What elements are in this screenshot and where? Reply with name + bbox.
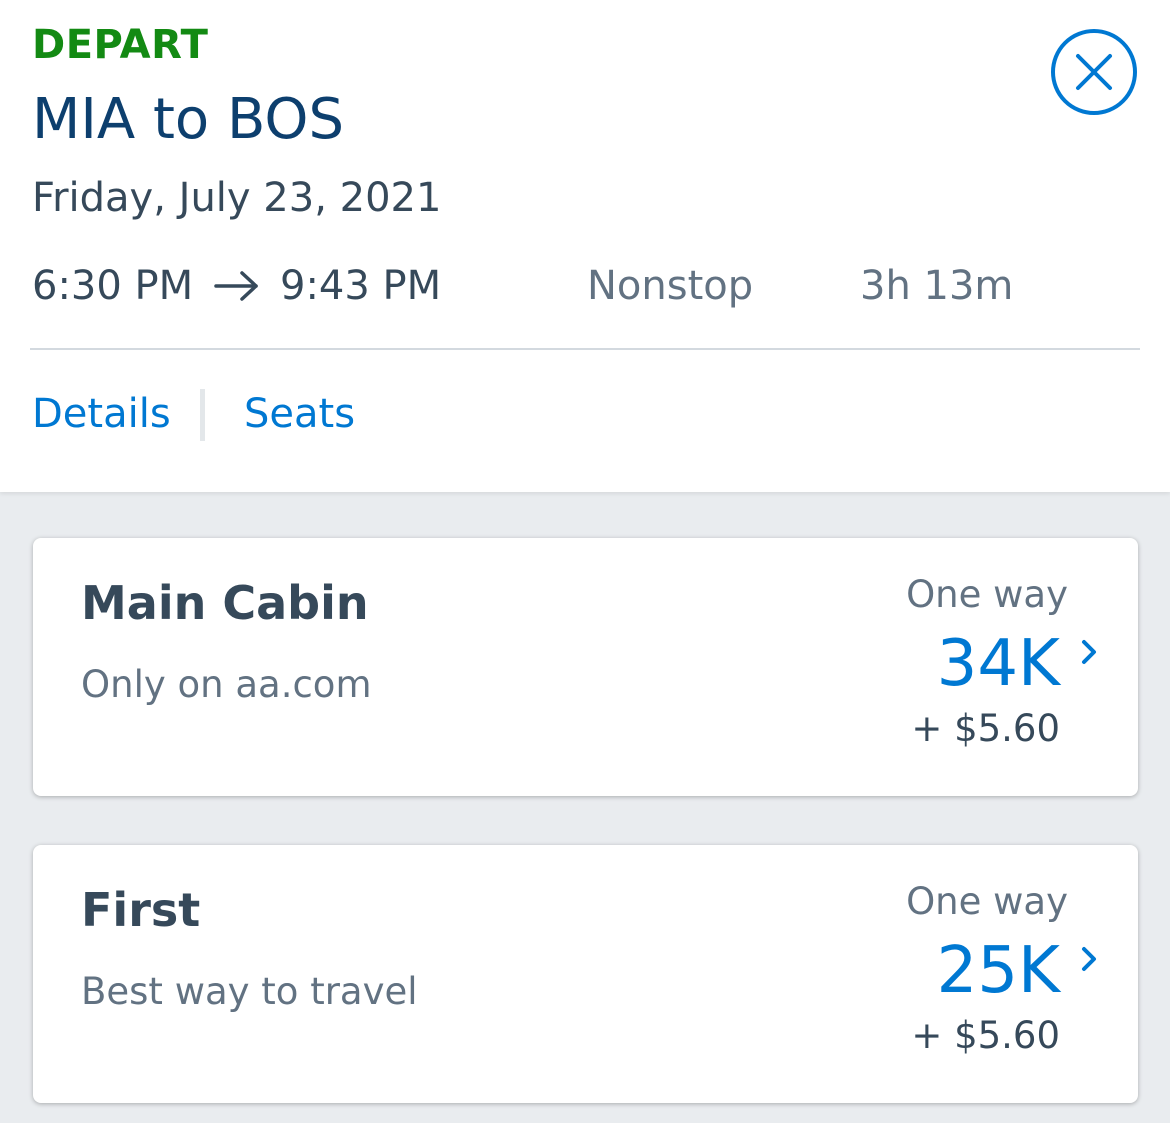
fare-card-main-cabin[interactable]: Main Cabin Only on aa.com One way 34K + … [33,538,1138,796]
trip-type-label: One way [906,573,1068,616]
link-separator [200,389,205,441]
flight-duration: 3h 13m [860,263,1014,309]
close-button[interactable] [1050,28,1138,116]
fare-miles-price: 25K [936,934,1060,1008]
departure-time: 6:30 PM [32,263,194,309]
fare-card-first[interactable]: First Best way to travel One way 25K + $… [33,845,1138,1103]
depart-label: DEPART [32,22,209,68]
fare-name: Main Cabin [81,576,369,630]
arrow-right-icon [212,262,262,310]
route-title: MIA to BOS [32,87,345,152]
fare-description: Best way to travel [81,970,418,1013]
seats-link[interactable]: Seats [244,388,355,440]
flight-summary-header: DEPART MIA to BOS Friday, July 23, 2021 … [0,0,1170,492]
chevron-right-icon [1078,636,1100,668]
header-divider [30,348,1140,350]
chevron-right-icon [1078,943,1100,975]
fare-description: Only on aa.com [81,663,372,706]
trip-type-label: One way [906,880,1068,923]
stops-info: Nonstop [587,263,754,309]
flight-date: Friday, July 23, 2021 [32,175,442,221]
close-circle-icon [1051,29,1137,115]
fare-miles-price: 34K [936,627,1060,701]
fare-name: First [81,883,201,937]
arrival-time: 9:43 PM [280,263,442,309]
details-link[interactable]: Details [32,388,171,440]
fare-taxes: + $5.60 [911,707,1060,750]
flight-times-row: 6:30 PM 9:43 PM Nonstop 3h 13m [32,260,1140,312]
fare-taxes: + $5.60 [911,1014,1060,1057]
